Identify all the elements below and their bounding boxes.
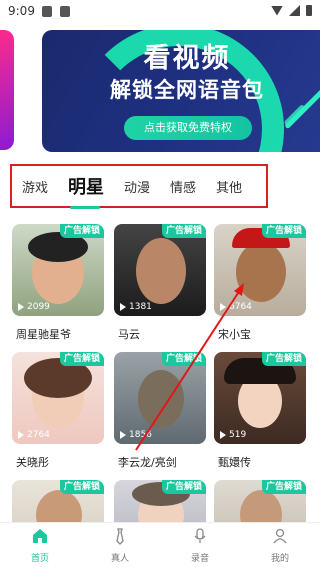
mic-icon xyxy=(194,528,206,543)
bottom-navigation: 首页 真人 录音 我的 xyxy=(0,522,320,568)
nav-mine-label: 我的 xyxy=(270,554,289,564)
nav-home[interactable]: 首页 xyxy=(0,523,80,568)
home-icon xyxy=(33,529,47,543)
annotation-arrow xyxy=(135,283,244,451)
tie-icon xyxy=(116,528,124,545)
nav-record-label: 录音 xyxy=(190,554,209,564)
nav-mine[interactable]: 我的 xyxy=(240,523,320,568)
nav-real-person-label: 真人 xyxy=(110,554,129,564)
nav-real-person[interactable]: 真人 xyxy=(80,523,160,568)
nav-record[interactable]: 录音 xyxy=(160,523,240,568)
user-icon xyxy=(273,528,287,544)
nav-home-label: 首页 xyxy=(30,554,49,564)
